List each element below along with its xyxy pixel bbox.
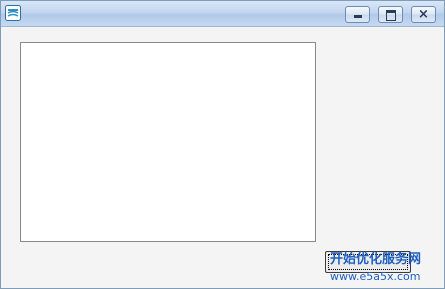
watermark-url: www.e5a5x.com [330,270,421,283]
minimize-button[interactable] [345,6,370,23]
minimize-icon [354,15,362,18]
watermark-text: 开始优化服务网 [330,252,422,267]
client-area [1,27,444,288]
close-icon: × [418,7,429,22]
maximize-icon [386,10,396,21]
title-bar[interactable]: × [1,1,444,27]
app-icon [5,5,21,21]
maximize-button[interactable] [378,6,403,23]
close-button[interactable]: × [411,6,436,23]
watermark: 开始优化服务网 www.e5a5x.com [330,253,442,282]
text-area[interactable] [20,42,316,242]
app-window: × [0,0,445,289]
